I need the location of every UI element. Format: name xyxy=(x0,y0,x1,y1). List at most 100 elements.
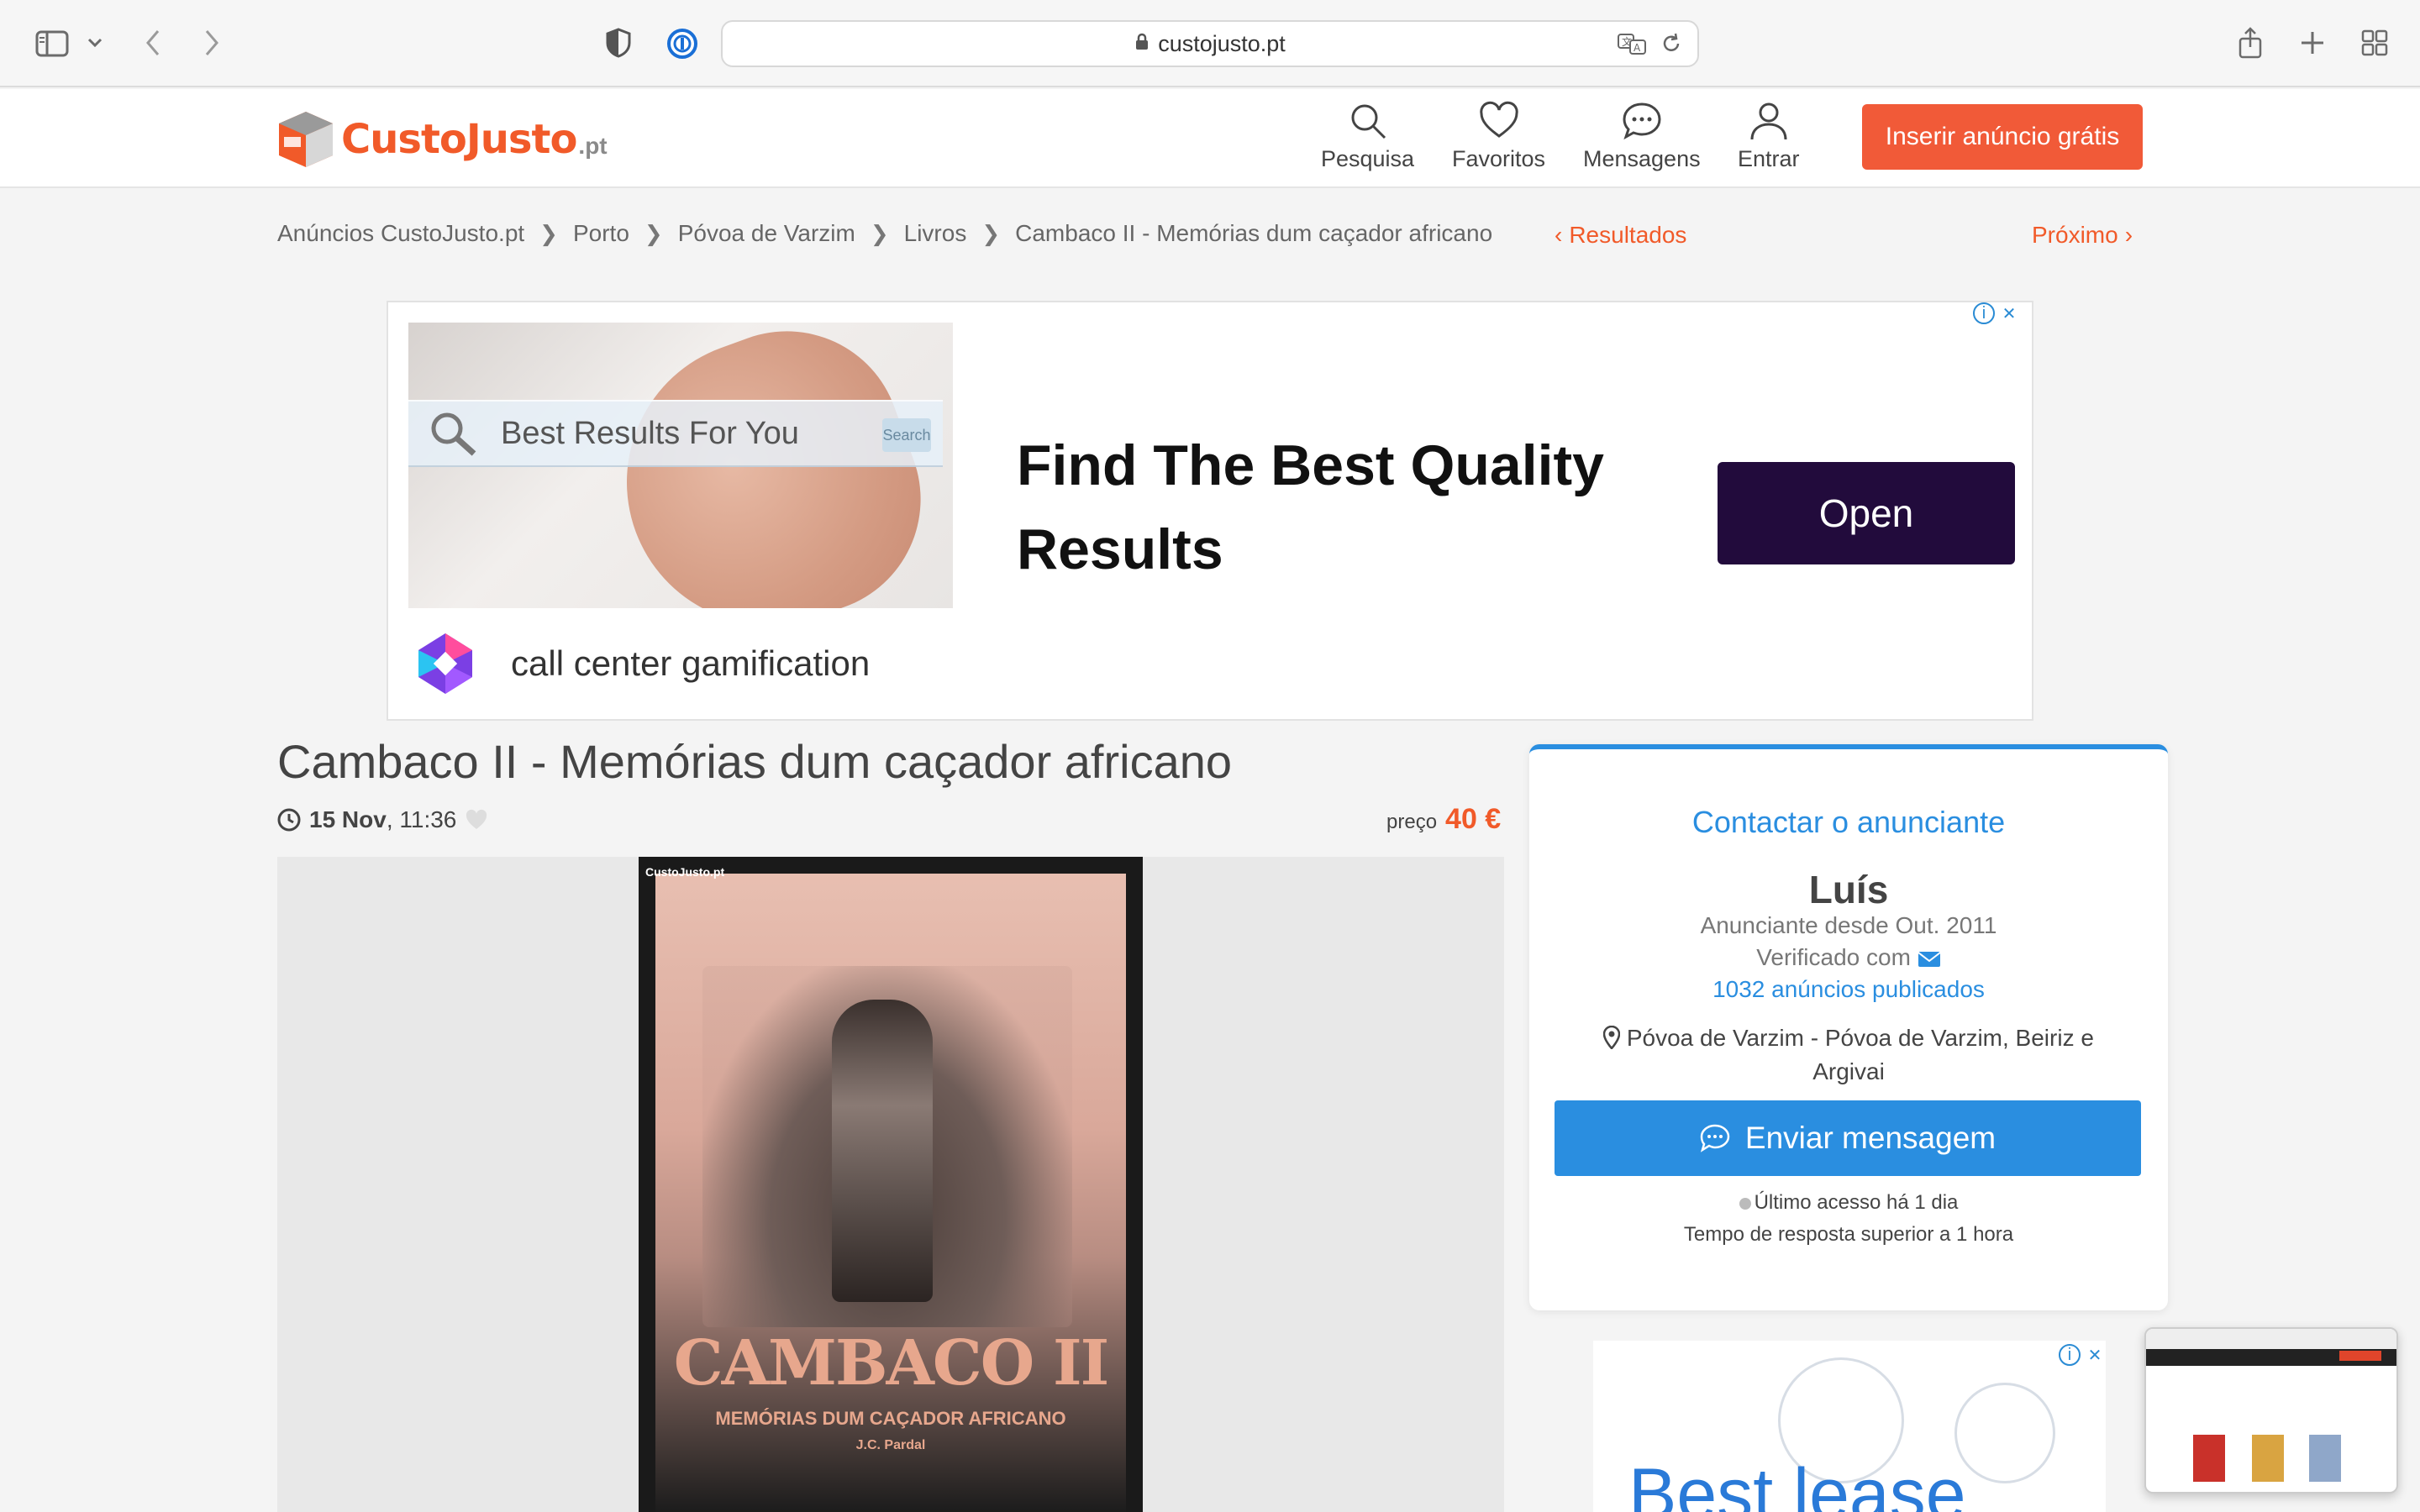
results-link[interactable]: ‹ Resultados xyxy=(1555,222,1686,249)
ad-info-icon[interactable]: i xyxy=(2059,1344,2081,1366)
logo-box-icon xyxy=(276,108,336,171)
nav-favorites-label: Favoritos xyxy=(1452,146,1546,171)
ad-decoration xyxy=(1954,1383,2055,1483)
ad-search-text: Best Results For You xyxy=(501,415,799,451)
chat-icon xyxy=(1623,102,1661,140)
thumb-toolbar xyxy=(2146,1329,2396,1349)
chevron-right-icon: ❯ xyxy=(644,220,663,246)
chevron-right-icon: ❯ xyxy=(870,220,889,246)
close-icon[interactable]: ✕ xyxy=(1998,302,2020,324)
new-tab-icon[interactable] xyxy=(2296,25,2329,60)
next-link[interactable]: Próximo › xyxy=(2032,222,2133,249)
seller-name: Luís xyxy=(1808,868,1889,911)
verified-label: Verificado com xyxy=(1756,944,1911,970)
ad-open-button[interactable]: Open xyxy=(1718,462,2015,564)
back-icon[interactable] xyxy=(138,25,168,60)
favorite-heart-icon[interactable] xyxy=(465,809,488,831)
email-icon xyxy=(1918,951,1941,967)
breadcrumb-item[interactable]: Anúncios CustoJusto.pt xyxy=(277,220,524,247)
price-value: 40 € xyxy=(1445,803,1502,835)
breadcrumb: Anúncios CustoJusto.pt ❯ Porto ❯ Póvoa d… xyxy=(277,220,1492,247)
user-icon xyxy=(1750,102,1787,140)
breadcrumb-item[interactable]: Póvoa de Varzim xyxy=(678,220,855,247)
date-day: 15 Nov xyxy=(309,806,387,832)
ad-controls: i ✕ xyxy=(2059,1344,2106,1366)
send-message-label: Enviar mensagem xyxy=(1744,1121,1996,1155)
chevron-left-icon: ‹ xyxy=(1555,222,1563,248)
ad-brand-text: call center gamification xyxy=(511,643,871,683)
listing-price: preço 40 € xyxy=(1386,803,1501,836)
ad-brand: call center gamification xyxy=(412,630,870,697)
image-watermark: CustoJusto.pt xyxy=(645,865,725,879)
status-dot xyxy=(1739,1197,1751,1210)
response-time: Tempo de resposta superior a 1 hora xyxy=(1683,1223,2014,1246)
ad-image: Best Results For You Search xyxy=(408,323,953,608)
page-preview-thumbnail[interactable] xyxy=(2144,1327,2398,1494)
nav-favorites[interactable]: Favoritos xyxy=(1452,101,1545,172)
location-text: Póvoa de Varzim - Póvoa de Varzim, Beiri… xyxy=(1626,1025,2094,1084)
breadcrumb-item[interactable]: Livros xyxy=(904,220,967,247)
lock-icon xyxy=(1134,31,1150,57)
price-label: preço xyxy=(1386,811,1438,833)
browser-toolbar: custojusto.pt 文A xyxy=(0,0,2420,87)
side-ad-text: Best lease xyxy=(1628,1454,1966,1512)
last-access: Último acesso há 1 dia xyxy=(1529,1191,2168,1215)
address-bar[interactable]: custojusto.pt 文A xyxy=(721,20,1699,67)
listing-date: 15 Nov, 11:36 xyxy=(277,806,488,833)
side-advertisement[interactable]: Best lease i ✕ xyxy=(1593,1341,2106,1512)
advertisement-banner[interactable]: Best Results For You Search Find The Bes… xyxy=(387,301,2033,721)
results-label: Resultados xyxy=(1569,222,1687,248)
listing-photo[interactable]: CAMBACO II MEMÓRIAS DUM CAÇADOR AFRICANO… xyxy=(639,857,1143,1512)
next-label: Próximo xyxy=(2032,222,2118,248)
breadcrumb-item[interactable]: Porto xyxy=(573,220,629,247)
nav-login[interactable]: Entrar xyxy=(1738,101,1800,172)
search-icon xyxy=(431,412,476,456)
listing-image-gallery[interactable]: CAMBACO II MEMÓRIAS DUM CAÇADOR AFRICANO… xyxy=(277,857,1504,1512)
close-icon[interactable]: ✕ xyxy=(2084,1344,2106,1366)
seller-since: Anunciante desde Out. 2011 xyxy=(1700,912,1997,938)
book-cover: CAMBACO II MEMÓRIAS DUM CAÇADOR AFRICANO… xyxy=(655,874,1126,1512)
nav-search-label: Pesquisa xyxy=(1321,146,1415,171)
logo-text: CustoJusto xyxy=(341,116,577,163)
password-manager-icon[interactable] xyxy=(664,25,701,62)
chevron-right-icon: › xyxy=(2124,222,2133,248)
contact-card: Contactar o anunciante Luís Anunciante d… xyxy=(1529,744,2168,1310)
book-author: J.C. Pardal xyxy=(855,1438,926,1452)
chevron-right-icon: ❯ xyxy=(981,220,1001,246)
tab-overview-icon[interactable] xyxy=(2358,25,2391,60)
nav-messages[interactable]: Mensagens xyxy=(1583,101,1701,172)
chevron-down-icon[interactable] xyxy=(84,30,106,55)
ad-search-bar: Best Results For You Search xyxy=(408,400,943,467)
reload-icon[interactable] xyxy=(1660,32,1682,63)
seller-location: Póvoa de Varzim - Póvoa de Varzim, Beiri… xyxy=(1597,1021,2101,1089)
sidebar-toggle-icon[interactable] xyxy=(32,25,72,62)
privacy-shield-icon[interactable] xyxy=(602,25,635,60)
clock-icon xyxy=(277,808,301,832)
ad-controls: i ✕ xyxy=(1973,302,2020,324)
thumb-button xyxy=(2339,1351,2381,1361)
nav-search[interactable]: Pesquisa xyxy=(1321,101,1414,172)
chat-icon xyxy=(1700,1124,1730,1152)
breadcrumb-current: Cambaco II - Memórias dum caçador africa… xyxy=(1015,220,1493,246)
last-access-text: Último acesso há 1 dia xyxy=(1754,1191,1959,1214)
translate-icon[interactable]: 文A xyxy=(1617,32,1649,63)
book-title: CAMBACO II xyxy=(673,1327,1110,1399)
post-ad-button[interactable]: Inserir anúncio grátis xyxy=(1862,104,2143,170)
nav-login-label: Entrar xyxy=(1738,146,1800,171)
location-pin-icon xyxy=(1602,1025,1621,1050)
seller-ads-link[interactable]: 1032 anúncios publicados xyxy=(1529,976,2168,1003)
logo-tld: .pt xyxy=(578,133,608,159)
seller-verified: Verificado com xyxy=(1529,944,2168,971)
date-time: , 11:36 xyxy=(386,806,457,832)
svg-text:A: A xyxy=(1634,42,1641,54)
ad-info-icon[interactable]: i xyxy=(1973,302,1995,324)
heart-icon xyxy=(1479,101,1518,138)
book-figure xyxy=(832,1000,933,1302)
book-subtitle: MEMÓRIAS DUM CAÇADOR AFRICANO xyxy=(715,1408,1066,1429)
send-message-button[interactable]: Enviar mensagem xyxy=(1555,1100,2141,1176)
site-logo[interactable]: CustoJusto .pt xyxy=(276,106,608,173)
share-icon[interactable] xyxy=(2233,24,2267,62)
chevron-right-icon: ❯ xyxy=(539,220,558,246)
brand-logo-icon xyxy=(418,633,472,694)
forward-icon[interactable] xyxy=(197,25,227,60)
